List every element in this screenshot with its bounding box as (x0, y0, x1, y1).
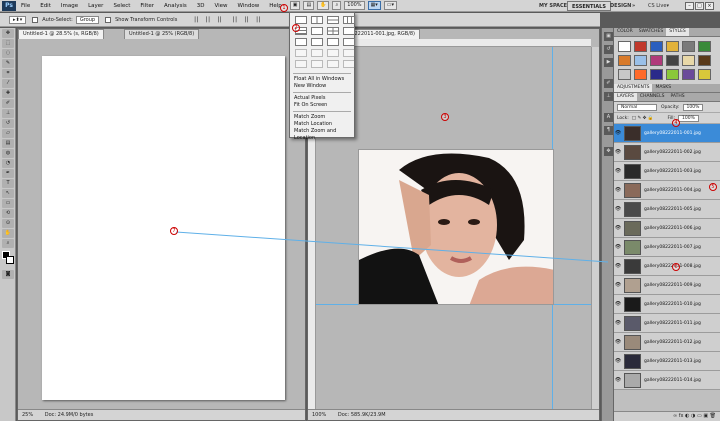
marker-4: 4 (672, 119, 680, 127)
marker-7: 7 (170, 227, 178, 235)
marker-1: 1 (280, 4, 288, 12)
marker-6: 6 (672, 263, 680, 271)
marker-5: 5 (709, 183, 717, 191)
annotation-connector (175, 231, 609, 263)
marker-2: 2 (292, 24, 300, 32)
marker-3: 3 (441, 113, 449, 121)
